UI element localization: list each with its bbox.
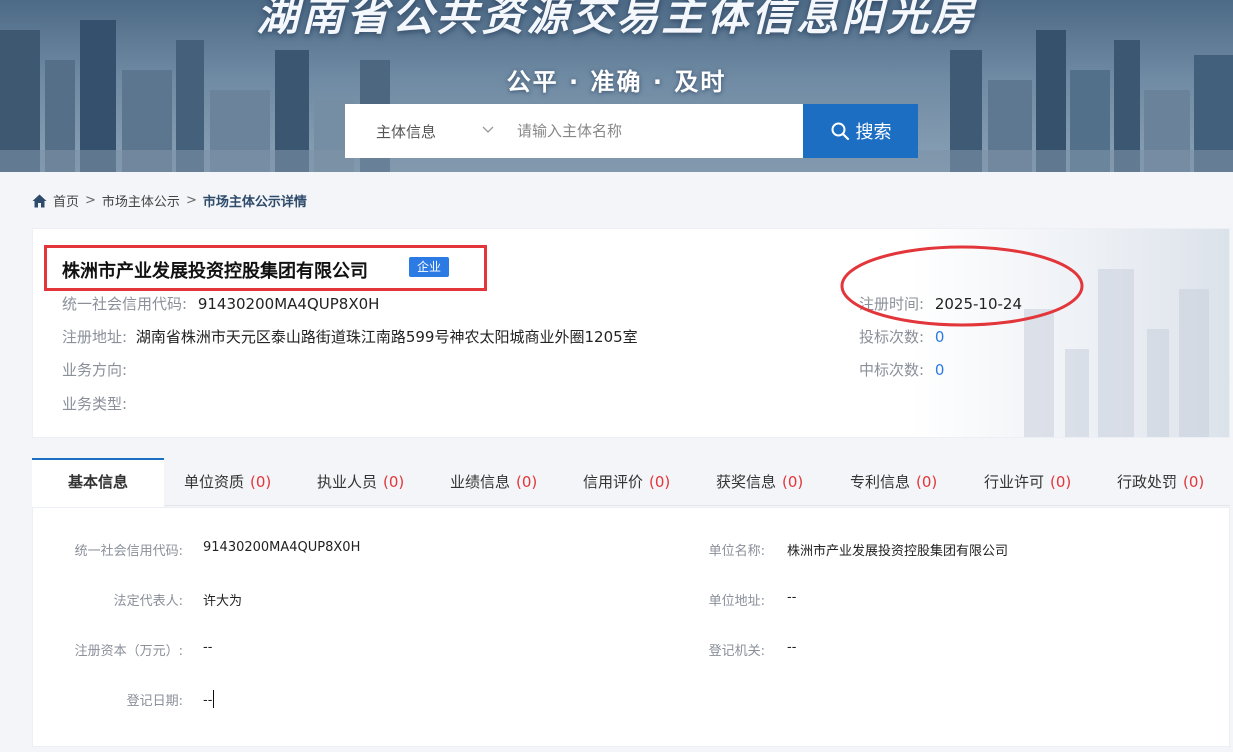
address-field: 注册地址: 湖南省株洲市天元区泰山路街道珠江南路599号神农太阳城商业外圈120… [62, 326, 638, 347]
detail-reg-capital-value: -- [203, 640, 213, 655]
business-type-label: 业务类型: [62, 395, 128, 413]
company-name: 株洲市产业发展投资控股集团有限公司 [62, 261, 368, 282]
detail-legal-rep-value: 许大为 [203, 594, 243, 609]
search-box: 主体信息 [345, 104, 803, 158]
win-count-value[interactable]: 0 [935, 361, 945, 379]
tab-label: 基本信息 [67, 473, 128, 491]
business-direction-field: 业务方向: [62, 359, 127, 380]
tab-label: 行政处罚 [1117, 473, 1178, 491]
tab-count: (0) [1183, 473, 1205, 491]
tab-practitioners[interactable]: 执业人员 (0) [317, 458, 404, 506]
credit-code-label: 统一社会信用代码: [62, 295, 188, 313]
tab-admin-penalty[interactable]: 行政处罚 (0) [1117, 458, 1204, 506]
tab-label: 专利信息 [850, 473, 911, 491]
detail-reg-authority-label: 登记机关: [708, 644, 765, 659]
business-direction-label: 业务方向: [62, 361, 128, 379]
search-type-select[interactable]: 主体信息 [345, 104, 505, 158]
basic-info-panel: 统一社会信用代码: 91430200MA4QUP8X0H 法定代表人: 许大为 … [32, 507, 1230, 747]
tab-industry-license[interactable]: 行业许可 (0) [984, 458, 1071, 506]
credit-code-value: 91430200MA4QUP8X0H [197, 295, 380, 313]
home-icon [32, 194, 47, 207]
tab-count: (0) [1050, 473, 1072, 491]
header-banner: 湖南省公共资源交易主体信息阳光房 公平 · 准确 · 及时 主体信息 [0, 0, 1233, 172]
text-cursor [213, 690, 215, 708]
site-title: 湖南省公共资源交易主体信息阳光房 [256, 0, 977, 40]
detail-credit-code-value: 91430200MA4QUP8X0H [203, 540, 361, 555]
entity-type-badge: 企业 [409, 257, 450, 277]
bid-count-label: 投标次数: [859, 328, 925, 346]
business-type-field: 业务类型: [62, 393, 127, 414]
bid-count-field: 投标次数: 0 [859, 326, 944, 347]
detail-unit-address-label: 单位地址: [708, 594, 765, 609]
tab-label: 获奖信息 [716, 473, 777, 491]
search-type-label: 主体信息 [376, 123, 437, 141]
tab-count: (0) [250, 473, 272, 491]
tab-count: (0) [516, 473, 538, 491]
tab-unit-qualification[interactable]: 单位资质 (0) [184, 458, 271, 506]
tab-count: (0) [649, 473, 671, 491]
tab-label: 单位资质 [184, 473, 245, 491]
detail-reg-date-value: -- [203, 690, 215, 708]
search-input[interactable] [507, 113, 787, 149]
entity-summary-card: 株洲市产业发展投资控股集团有限公司 企业 统一社会信用代码: 91430200M… [32, 228, 1230, 438]
breadcrumb-separator: > [85, 193, 96, 208]
detail-legal-rep-label: 法定代表人: [113, 594, 183, 609]
detail-reg-authority-value: -- [787, 640, 797, 655]
reg-time-highlight-ellipse [840, 245, 1084, 327]
tab-credit-rating[interactable]: 信用评价 (0) [583, 458, 670, 506]
breadcrumb: 首页 > 市场主体公示 > 市场主体公示详情 [32, 191, 307, 210]
detail-unit-address-value: -- [787, 590, 797, 605]
tab-awards[interactable]: 获奖信息 (0) [716, 458, 803, 506]
detail-unit-name-label: 单位名称: [708, 544, 765, 559]
breadcrumb-separator: > [185, 193, 197, 208]
tab-count: (0) [782, 473, 804, 491]
detail-reg-capital-label: 注册资本（万元）: [74, 644, 183, 659]
tab-label: 执业人员 [317, 473, 378, 491]
detail-tabs: 基本信息 单位资质 (0) 执业人员 (0) 业绩信息 (0) 信用评价 (0) 获奖信… [32, 458, 1230, 507]
tab-count: (0) [916, 473, 938, 491]
search-button[interactable]: 搜索 [803, 104, 918, 158]
detail-credit-code-label: 统一社会信用代码: [74, 544, 183, 559]
search-icon [831, 122, 849, 141]
credit-code-field: 统一社会信用代码: 91430200MA4QUP8X0H [62, 293, 379, 314]
tab-patents[interactable]: 专利信息 (0) [850, 458, 937, 506]
breadcrumb-home[interactable]: 首页 [53, 191, 79, 210]
site-slogan: 公平 · 准确 · 及时 [506, 68, 727, 96]
search-button-label: 搜索 [855, 122, 892, 143]
tab-label: 信用评价 [583, 473, 644, 491]
tab-basic-info[interactable]: 基本信息 [32, 458, 164, 507]
chevron-down-icon [482, 126, 494, 133]
win-count-label: 中标次数: [859, 361, 925, 379]
detail-unit-name-value: 株洲市产业发展投资控股集团有限公司 [787, 544, 1009, 559]
tab-count: (0) [383, 473, 405, 491]
tab-label: 行业许可 [984, 473, 1045, 491]
tab-performance[interactable]: 业绩信息 (0) [450, 458, 537, 506]
bid-count-value[interactable]: 0 [935, 328, 945, 346]
breadcrumb-section[interactable]: 市场主体公示 [102, 191, 180, 210]
win-count-field: 中标次数: 0 [859, 359, 944, 380]
address-label: 注册地址: [62, 328, 128, 346]
breadcrumb-current: 市场主体公示详情 [202, 195, 307, 210]
detail-reg-date-label: 登记日期: [126, 694, 183, 709]
address-value: 湖南省株洲市天元区泰山路街道珠江南路599号神农太阳城商业外圈1205室 [135, 328, 638, 346]
tab-label: 业绩信息 [450, 473, 511, 491]
